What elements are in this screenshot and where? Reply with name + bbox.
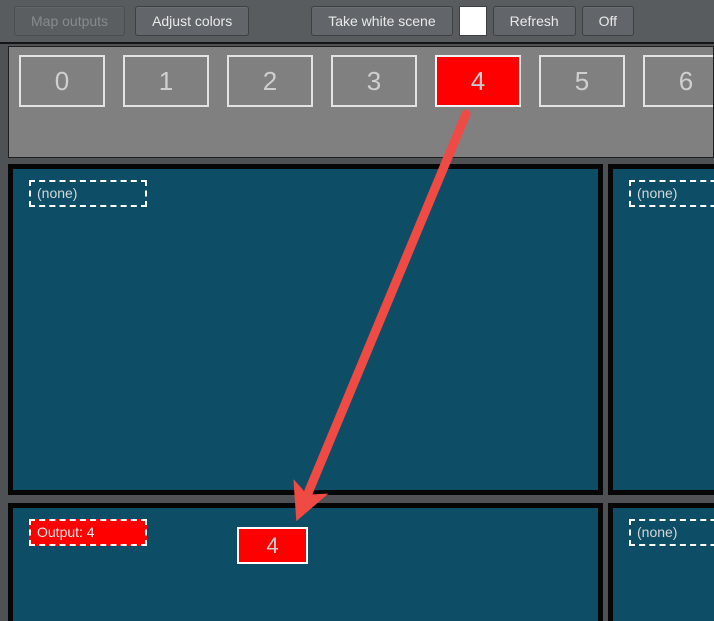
- tab-2[interactable]: 2: [227, 55, 313, 107]
- app-window: Map outputs Adjust colors Take white sce…: [0, 0, 714, 621]
- output-value-chip[interactable]: 4: [237, 527, 308, 564]
- adjust-colors-button[interactable]: Adjust colors: [135, 6, 250, 36]
- off-button[interactable]: Off: [581, 6, 635, 36]
- refresh-button[interactable]: Refresh: [492, 6, 576, 36]
- tab-3[interactable]: 3: [331, 55, 417, 107]
- color-swatch[interactable]: [458, 6, 487, 36]
- tab-6[interactable]: 6: [643, 55, 713, 107]
- map-outputs-button[interactable]: Map outputs: [14, 6, 126, 36]
- tabstrip: 0123456: [19, 55, 713, 107]
- tab-0[interactable]: 0: [19, 55, 105, 107]
- output-panel-bottom-right[interactable]: (none): [608, 503, 714, 621]
- toolbar: Map outputs Adjust colors Take white sce…: [0, 0, 714, 44]
- output-panel-label[interactable]: (none): [629, 180, 714, 207]
- take-white-scene-button[interactable]: Take white scene: [311, 6, 453, 36]
- output-panel-top-right[interactable]: (none): [608, 164, 714, 495]
- tab-4[interactable]: 4: [435, 55, 521, 107]
- output-panel-label-active[interactable]: Output: 4: [29, 519, 147, 546]
- output-panel-label[interactable]: (none): [629, 519, 714, 546]
- tab-1[interactable]: 1: [123, 55, 209, 107]
- output-panel-bottom-left[interactable]: Output: 4 4: [8, 503, 603, 621]
- output-panel-label[interactable]: (none): [29, 180, 147, 207]
- output-panel-top-left[interactable]: (none): [8, 164, 603, 495]
- tab-5[interactable]: 5: [539, 55, 625, 107]
- tabstrip-container: 0123456: [8, 46, 714, 158]
